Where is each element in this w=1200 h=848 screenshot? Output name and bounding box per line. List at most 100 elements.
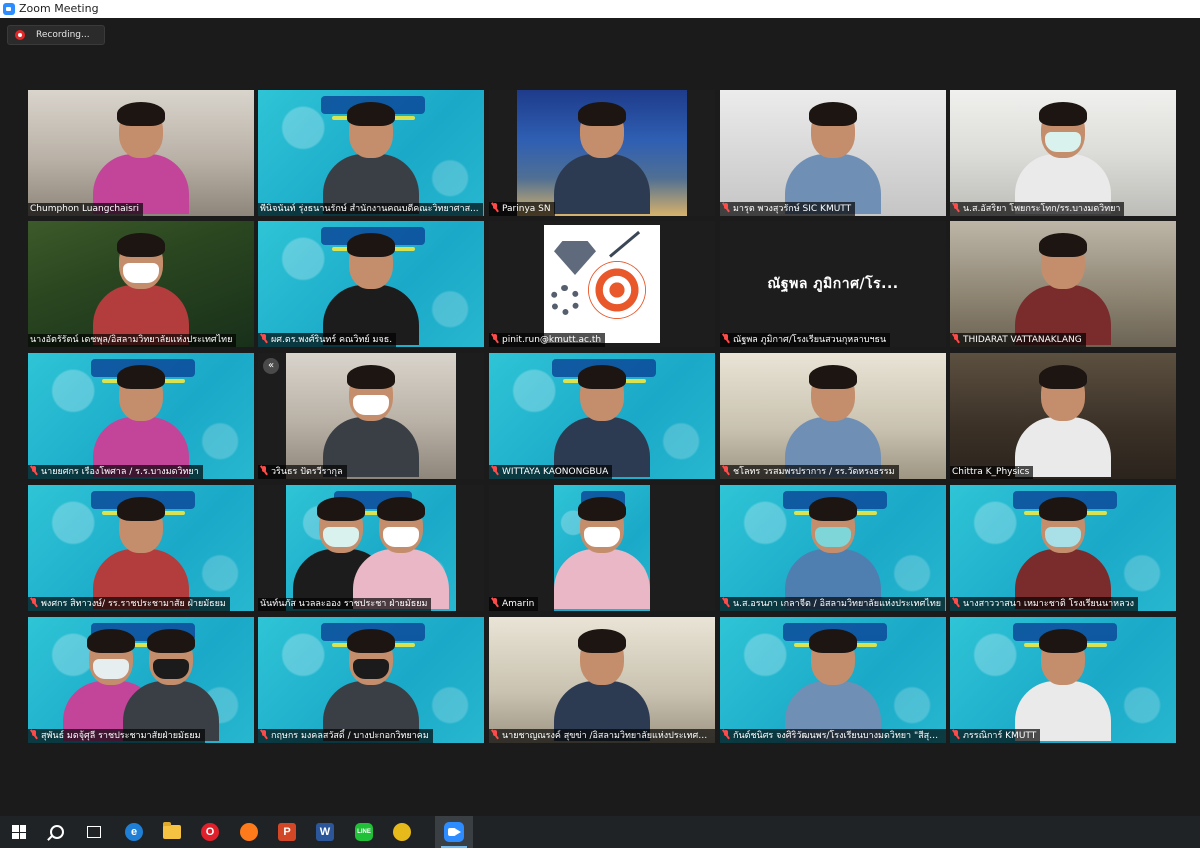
participant-tile[interactable]: กฤษกร มงคลสวัสดิ์ / บางปะกอกวิทยาคม: [258, 617, 484, 743]
participant-tile[interactable]: พีนิจนันท์ รุ่งธนานรักษ์ สำนักงานคณบดีคณ…: [258, 90, 484, 216]
participant-tile[interactable]: Amarin: [489, 485, 715, 611]
participant-name: Chumphon Luangchaisri: [30, 204, 139, 214]
participant-video-figure: [93, 497, 189, 611]
participant-video-figure: [554, 497, 650, 611]
participant-name: นางสาววาสนา เหมาะชาติ โรงเรียนนาหลวง: [963, 599, 1135, 609]
firefox-icon: [240, 823, 258, 841]
participant-tile[interactable]: WITTAYA KAONONGBUA: [489, 353, 715, 479]
participant-name-label: ภรรณิการ์ KMUTT: [950, 729, 1041, 743]
taskbar-word-button[interactable]: W: [306, 816, 344, 848]
muted-mic-icon: [722, 334, 730, 343]
participant-tile[interactable]: พงศกร สิทาวงษ์/ รร.ราชประชามาสัย ฝ่ายมัธ…: [28, 485, 254, 611]
participant-tile[interactable]: น.ส.อัสริยา โพยกระโทก/รร.บางมดวิทยา: [950, 90, 1176, 216]
muted-mic-icon: [30, 730, 38, 739]
zoom-logo-icon: [3, 3, 15, 15]
participant-tile[interactable]: ชโลทร วรสมพรปราการ / รร.วัดหรงธรรม: [720, 353, 946, 479]
participant-name: ผศ.ดร.พงศ์รินทร์ คณวิทย์ มจธ.: [271, 335, 393, 345]
participant-video-figure: [1015, 629, 1111, 743]
windows-taskbar: e O P W LINE: [0, 816, 1200, 848]
recording-icon: [15, 30, 25, 40]
participant-name: กันต์ชนิศร จงศิริวัฒนพร/โรงเรียนบางมดวิท…: [733, 731, 944, 741]
taskbar-zoom-button[interactable]: [435, 816, 473, 848]
participant-tile[interactable]: น.ส.อรนภา เกลาจีต / อิสลามวิทยาลัยแห่งปร…: [720, 485, 946, 611]
participant-name: WITTAYA KAONONGBUA: [502, 467, 609, 477]
participant-name: Parinya SN: [502, 204, 551, 214]
taskbar-task-view-button[interactable]: [75, 816, 113, 848]
muted-mic-icon: [722, 730, 730, 739]
participant-name-label: ณัฐพล ภูมิกาศ/โรงเรียนสวนกุหลาบฯธน: [720, 333, 891, 347]
participant-video-figure: [323, 102, 419, 216]
participant-tile[interactable]: « วรินธร ปัตรวีรากุล: [258, 353, 484, 479]
taskbar-start-button[interactable]: [0, 816, 38, 848]
participant-video-figure: [93, 365, 189, 479]
participant-name-label: นันท์นภัส นวลละออง ราชประชา ฝ่ายมัธยม: [258, 598, 432, 611]
muted-mic-icon: [491, 598, 499, 607]
participant-name: น.ส.อัสริยา โพยกระโทก/รร.บางมดวิทยา: [963, 204, 1121, 214]
participant-tile[interactable]: มารุต พวงสุวรักษ์ SIC KMUTT: [720, 90, 946, 216]
participant-name-label: น.ส.อัสริยา โพยกระโทก/รร.บางมดวิทยา: [950, 202, 1125, 216]
participant-video-figure: [123, 629, 219, 743]
participant-name: น.ส.อรนภา เกลาจีต / อิสลามวิทยาลัยแห่งปร…: [733, 599, 942, 609]
taskbar-line-button[interactable]: LINE: [345, 816, 383, 848]
participant-name: สุพันธ์ มดจุ้ศุลี ราชประชามาสัยฝ่ายมัธยม: [41, 731, 201, 741]
folder-icon: [163, 822, 181, 839]
muted-mic-icon: [260, 466, 268, 475]
participant-video-figure: [785, 102, 881, 216]
muted-mic-icon: [260, 334, 268, 343]
participant-name: นายยศกร เรืองโพศาล / ร.ร.บางมดวิทยา: [41, 467, 199, 477]
zoom-icon: [444, 822, 464, 842]
recording-indicator[interactable]: Recording...: [7, 25, 105, 45]
participant-tile[interactable]: pinit.run@kmutt.ac.th: [489, 221, 715, 347]
participant-name: วรินธร ปัตรวีรากุล: [271, 467, 343, 477]
participant-name-label: pinit.run@kmutt.ac.th: [489, 333, 606, 347]
participant-tile[interactable]: นันท์นภัส นวลละออง ราชประชา ฝ่ายมัธยม: [258, 485, 484, 611]
participant-name: นายชาญณรงค์ สุขข่า /อิสลามวิทยาลัยแห่งปร…: [502, 731, 714, 741]
taskbar-edge-button[interactable]: e: [115, 816, 153, 848]
participant-tile[interactable]: นางอัตรัรัตน์ เดชพุล/อิสลามวิทยาลัยแห่งป…: [28, 221, 254, 347]
participant-tile[interactable]: THIDARAT VATTANAKLANG: [950, 221, 1176, 347]
recording-label: Recording...: [36, 30, 90, 40]
window-title: Zoom Meeting: [19, 2, 99, 15]
taskbar-firefox-button[interactable]: [230, 816, 268, 848]
participant-name-label: ชโลทร วรสมพรปราการ / รร.วัดหรงธรรม: [720, 465, 899, 479]
muted-mic-icon: [491, 334, 499, 343]
participant-tile[interactable]: นายชาญณรงค์ สุขข่า /อิสลามวิทยาลัยแห่งปร…: [489, 617, 715, 743]
participant-name-label: นายยศกร เรืองโพศาล / ร.ร.บางมดวิทยา: [28, 465, 203, 479]
participant-name: กฤษกร มงคลสวัสดิ์ / บางปะกอกวิทยาคม: [271, 731, 429, 741]
participant-tile[interactable]: นายยศกร เรืองโพศาล / ร.ร.บางมดวิทยา: [28, 353, 254, 479]
participant-tile[interactable]: นางสาววาสนา เหมาะชาติ โรงเรียนนาหลวง: [950, 485, 1176, 611]
participant-name: ชโลทร วรสมพรปราการ / รร.วัดหรงธรรม: [733, 467, 895, 477]
participant-name-label: พีนิจนันท์ รุ่งธนานรักษ์ สำนักงานคณบดีคณ…: [258, 203, 483, 216]
muted-mic-icon: [491, 730, 499, 739]
taskbar-file-explorer-button[interactable]: [153, 816, 191, 848]
participant-tile[interactable]: Chumphon Luangchaisri: [28, 90, 254, 216]
participant-name: Amarin: [502, 599, 535, 609]
participant-name-label: กันต์ชนิศร จงศิริวัฒนพร/โรงเรียนบางมดวิท…: [720, 729, 946, 743]
participant-tile[interactable]: Chittra K_Physics: [950, 353, 1176, 479]
participant-name-label: นางสาววาสนา เหมาะชาติ โรงเรียนนาหลวง: [950, 597, 1139, 611]
taskbar-powerpoint-button[interactable]: P: [268, 816, 306, 848]
muted-mic-icon: [952, 730, 960, 739]
participant-video-figure: [353, 497, 449, 611]
participant-tile[interactable]: ผศ.ดร.พงศ์รินทร์ คณวิทย์ มจธ.: [258, 221, 484, 347]
participant-name-label: กฤษกร มงคลสวัสดิ์ / บางปะกอกวิทยาคม: [258, 729, 433, 743]
participant-tile[interactable]: สุพันธ์ มดจุ้ศุลี ราชประชามาสัยฝ่ายมัธยม: [28, 617, 254, 743]
participant-tile[interactable]: ณัฐพล ภูมิกาศ/โร... ณัฐพล ภูมิกาศ/โรงเรีย…: [720, 221, 946, 347]
edge-icon: e: [125, 823, 143, 841]
task-view-icon: [87, 826, 101, 838]
profile-logo-image: [544, 225, 660, 343]
participant-tile[interactable]: ภรรณิการ์ KMUTT: [950, 617, 1176, 743]
diamond-icon: [554, 241, 596, 275]
taskbar-search-button[interactable]: [38, 816, 76, 848]
participant-name: ณัฐพล ภูมิกาศ/โรงเรียนสวนกุหลาบฯธน: [733, 335, 887, 345]
taskbar-chrome-button[interactable]: [383, 816, 421, 848]
chrome-icon: [393, 823, 411, 841]
participant-video-figure: [554, 629, 650, 743]
collapse-thumbnail-button[interactable]: «: [263, 358, 279, 374]
muted-mic-icon: [952, 598, 960, 607]
powerpoint-icon: P: [278, 823, 296, 841]
participant-tile[interactable]: Parinya SN: [489, 90, 715, 216]
participant-tile[interactable]: กันต์ชนิศร จงศิริวัฒนพร/โรงเรียนบางมดวิท…: [720, 617, 946, 743]
participant-name: พงศกร สิทาวงษ์/ รร.ราชประชามาสัย ฝ่ายมัธ…: [41, 599, 226, 609]
taskbar-opera-button[interactable]: O: [191, 816, 229, 848]
